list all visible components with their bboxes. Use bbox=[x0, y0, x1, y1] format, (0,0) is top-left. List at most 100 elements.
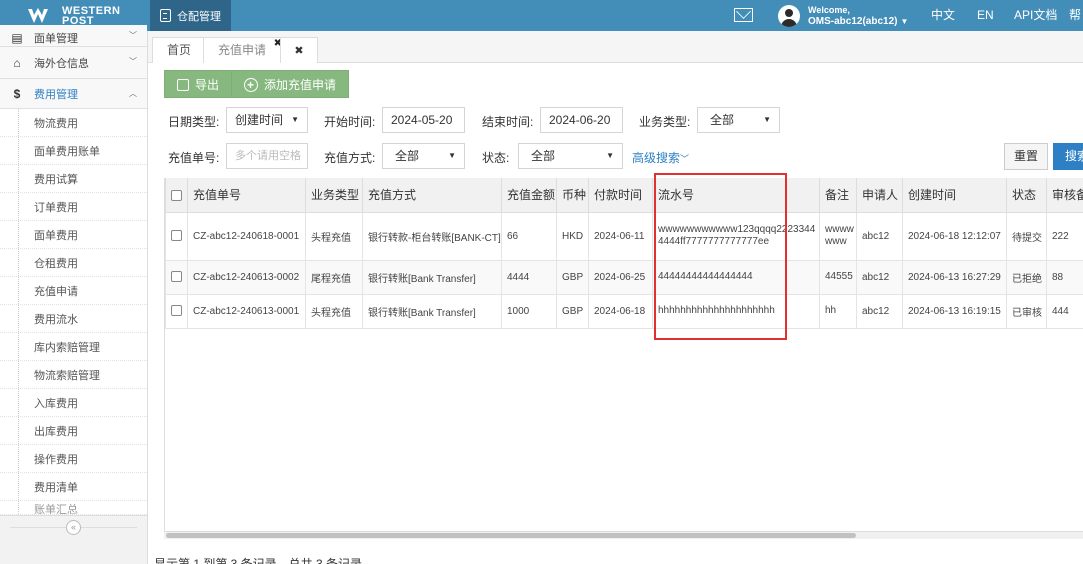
col-header[interactable]: 创建时间 bbox=[902, 178, 1007, 213]
export-icon bbox=[177, 79, 189, 91]
sidebar-sub-fee-flow[interactable]: 费用流水 bbox=[0, 305, 147, 333]
top-navbar: WESTERN POST 仓配管理 Welcome, OMS-abc12(abc… bbox=[0, 0, 1083, 31]
recharge-table: 充值单号 业务类型 充值方式 充值金额 币种 付款时间 流水号 备注 申请人 创… bbox=[164, 178, 1083, 538]
lang-en-link[interactable]: EN bbox=[977, 0, 994, 31]
sidebar-item-label: 海外仓信息 bbox=[34, 57, 89, 70]
row-checkbox[interactable] bbox=[171, 230, 182, 242]
status-select[interactable]: 全部 ▼ bbox=[518, 143, 623, 169]
sidebar-sub-logistics-claims[interactable]: 物流索赔管理 bbox=[0, 361, 147, 389]
recharge-no-input[interactable]: 多个请用空格 bbox=[226, 143, 308, 169]
sidebar-sub-fee-list[interactable]: 费用清单 bbox=[0, 473, 147, 501]
cell-method: 银行转款-柜台转账[BANK-CT] bbox=[362, 212, 502, 261]
cell-status: 待提交 bbox=[1006, 212, 1047, 261]
sidebar-sub-order-fee[interactable]: 订单费用 bbox=[0, 193, 147, 221]
col-header[interactable]: 申请人 bbox=[856, 178, 903, 213]
col-header[interactable]: 充值金额 bbox=[501, 178, 557, 213]
table-row[interactable]: CZ-abc12-240613-0001 头程充值 银行转账[Bank Tran… bbox=[165, 294, 1083, 329]
cell-remark: 44555 bbox=[819, 260, 857, 295]
home-icon: ⌂ bbox=[13, 55, 21, 70]
close-all-tabs-button[interactable]: ✖ bbox=[280, 37, 318, 63]
cell-review-remark: 444 bbox=[1046, 294, 1083, 329]
tab-recharge[interactable]: 充值申请 ✖ bbox=[203, 37, 286, 63]
add-recharge-button[interactable]: 添加充值申请 bbox=[231, 70, 350, 99]
help-link[interactable]: 帮 bbox=[1069, 0, 1081, 31]
reset-button[interactable]: 重置 bbox=[1004, 143, 1048, 170]
sidebar-sub-recharge[interactable]: 充值申请 bbox=[0, 277, 147, 305]
close-icon: ✖ bbox=[294, 45, 304, 57]
cell-recharge-no: CZ-abc12-240613-0001 bbox=[187, 294, 306, 329]
cell-created-at: 2024-06-13 16:27:29 bbox=[902, 260, 1007, 295]
brand-line1: WESTERN bbox=[62, 4, 121, 17]
mail-icon[interactable] bbox=[734, 8, 753, 22]
sidebar-item-overseas-warehouse[interactable]: ⌂ 海外仓信息 ﹀ bbox=[0, 47, 147, 79]
cell-amount: 66 bbox=[501, 212, 557, 261]
cell-pay-time: 2024-06-25 bbox=[588, 260, 653, 295]
row-checkbox[interactable] bbox=[171, 305, 182, 317]
cell-review-remark: 222 bbox=[1046, 212, 1083, 261]
sidebar-sub-warehouse-claims[interactable]: 库内索赔管理 bbox=[0, 333, 147, 361]
export-button[interactable]: 导出 bbox=[164, 70, 233, 98]
sidebar-sub-logistics-fee[interactable]: 物流费用 bbox=[0, 109, 147, 137]
sidebar-sub-outbound-fee[interactable]: 出库费用 bbox=[0, 417, 147, 445]
sidebar-sub-storage-fee[interactable]: 仓租费用 bbox=[0, 249, 147, 277]
sidebar-sub-operation-fee[interactable]: 操作费用 bbox=[0, 445, 147, 473]
sidebar-sub-label-fee[interactable]: 面单费用 bbox=[0, 221, 147, 249]
dollar-icon: $ bbox=[13, 86, 21, 101]
cell-biz-type: 尾程充值 bbox=[305, 260, 363, 295]
cell-biz-type: 头程充值 bbox=[305, 294, 363, 329]
cell-pay-time: 2024-06-11 bbox=[588, 212, 653, 261]
col-header[interactable]: 状态 bbox=[1006, 178, 1047, 213]
chevron-down-icon: ﹀ bbox=[680, 154, 690, 164]
pagination-info: 显示第 1 到第 3 条记录，总共 3 条记录 bbox=[154, 557, 363, 564]
sidebar: ▤ 面单管理 ﹀ ⌂ 海外仓信息 ﹀ $ 费用管理 ︿ 物流费用 面单费用账单 … bbox=[0, 25, 148, 564]
cell-remark: hh bbox=[819, 294, 857, 329]
status-label: 状态: bbox=[482, 151, 510, 165]
cell-biz-type: 头程充值 bbox=[305, 212, 363, 261]
sidebar-sub-label-fee-bill[interactable]: 面单费用账单 bbox=[0, 137, 147, 165]
horizontal-scrollbar[interactable] bbox=[164, 531, 1083, 539]
col-header[interactable]: 充值方式 bbox=[362, 178, 502, 213]
avatar-icon bbox=[778, 4, 800, 27]
scrollbar-thumb[interactable] bbox=[166, 533, 856, 538]
end-time-input[interactable]: 2024-06-20 bbox=[540, 107, 623, 133]
sidebar-sub-fee-trial[interactable]: 费用试算 bbox=[0, 165, 147, 193]
table-row[interactable]: CZ-abc12-240618-0001 头程充值 银行转款-柜台转账[BANK… bbox=[165, 212, 1083, 261]
method-select[interactable]: 全部 ▼ bbox=[382, 143, 465, 169]
collapse-sidebar-icon[interactable]: « bbox=[66, 520, 81, 535]
user-menu[interactable]: Welcome, OMS-abc12(abc12) ▼ bbox=[778, 0, 908, 31]
row-checkbox[interactable] bbox=[171, 271, 182, 283]
date-type-label: 日期类型: bbox=[168, 115, 220, 129]
lang-zh-link[interactable]: 中文 bbox=[931, 0, 955, 31]
cell-amount: 1000 bbox=[501, 294, 557, 329]
sidebar-item-label-mgmt[interactable]: ▤ 面单管理 ﹀ bbox=[0, 25, 147, 47]
sidebar-item-label: 费用管理 bbox=[34, 88, 78, 101]
sidebar-sub-inbound-fee[interactable]: 入库费用 bbox=[0, 389, 147, 417]
col-header[interactable]: 币种 bbox=[556, 178, 589, 213]
end-time-label: 结束时间: bbox=[482, 115, 534, 129]
col-header[interactable]: 备注 bbox=[819, 178, 857, 213]
brand-line2: POST bbox=[62, 14, 94, 27]
select-all-cell[interactable] bbox=[165, 178, 188, 213]
tab-home[interactable]: 首页 bbox=[152, 37, 207, 63]
cell-recharge-no: CZ-abc12-240613-0002 bbox=[187, 260, 306, 295]
sidebar-item-fee-mgmt[interactable]: $ 费用管理 ︿ bbox=[0, 79, 147, 109]
cell-method: 银行转账[Bank Transfer] bbox=[362, 260, 502, 295]
biz-type-select[interactable]: 全部 ▼ bbox=[697, 107, 780, 133]
caret-down-icon: ▼ bbox=[448, 151, 456, 160]
select-all-checkbox[interactable] bbox=[171, 190, 182, 202]
col-header[interactable]: 充值单号 bbox=[187, 178, 306, 213]
nav-module-warehouse[interactable]: 仓配管理 bbox=[150, 0, 231, 31]
col-header[interactable]: 付款时间 bbox=[588, 178, 653, 213]
start-time-input[interactable]: 2024-05-20 bbox=[382, 107, 465, 133]
col-header[interactable]: 业务类型 bbox=[305, 178, 363, 213]
api-docs-link[interactable]: API文档 bbox=[1014, 0, 1057, 31]
table-row[interactable]: CZ-abc12-240613-0002 尾程充值 银行转账[Bank Tran… bbox=[165, 260, 1083, 295]
search-button[interactable]: 搜索 bbox=[1053, 143, 1083, 170]
advanced-search-link[interactable]: 高级搜索﹀ bbox=[632, 149, 689, 166]
col-header[interactable]: 审核备注 bbox=[1046, 178, 1083, 213]
col-header[interactable]: 流水号 bbox=[652, 178, 820, 213]
cell-method: 银行转账[Bank Transfer] bbox=[362, 294, 502, 329]
sidebar-sub-bill-summary[interactable]: 账单汇总 bbox=[0, 501, 147, 515]
chevron-down-icon: ﹀ bbox=[129, 31, 137, 40]
date-type-select[interactable]: 创建时间 ▼ bbox=[226, 107, 308, 133]
